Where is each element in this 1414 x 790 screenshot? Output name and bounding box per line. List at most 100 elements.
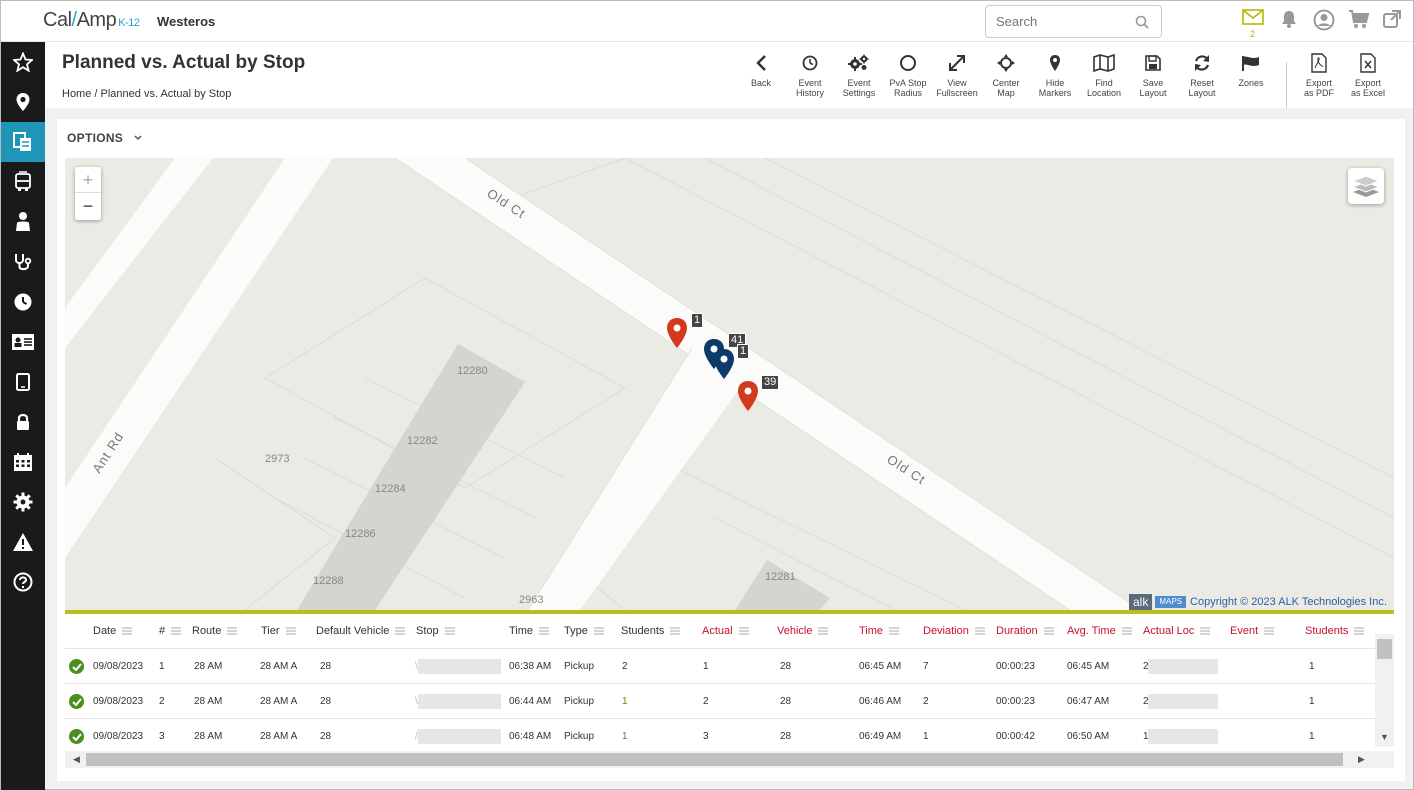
column-header-event[interactable]: Event [1230, 625, 1275, 637]
cell-default-vehicle: 28 [320, 696, 332, 707]
cell-tier: 28 AM A [260, 661, 298, 672]
table-row[interactable]: 09/08/2023 2 28 AM 28 AM A 28 \ 06:44 AM… [65, 684, 1375, 719]
left-sidebar [1, 42, 45, 790]
nav-help[interactable] [1, 562, 45, 602]
search-input[interactable] [996, 14, 1131, 29]
event-settings-button[interactable]: Event Settings [834, 52, 884, 98]
nav-student[interactable] [1, 202, 45, 242]
horizontal-scrollbar[interactable]: ◀ ▶ [65, 751, 1394, 768]
export-excel-button[interactable]: Export as Excel [1343, 52, 1393, 98]
column-header-duration[interactable]: Duration [996, 625, 1054, 637]
column-header-stop[interactable]: Stop [416, 625, 455, 637]
column-menu-icon [171, 627, 182, 635]
nav-alerts[interactable] [1, 522, 45, 562]
hide-markers-button[interactable]: Hide Markers [1030, 52, 1080, 98]
nav-settings[interactable] [1, 482, 45, 522]
bell-icon[interactable] [1279, 9, 1305, 35]
column-menu-icon [593, 627, 604, 635]
top-bar: Cal/AmpK-12 Westeros 2 [1, 1, 1413, 42]
map-layers-button[interactable] [1348, 168, 1384, 204]
column-header-number[interactable]: # [159, 625, 182, 637]
scroll-down-arrow-icon[interactable]: ▼ [1380, 732, 1389, 742]
cell-number: 3 [159, 731, 165, 742]
nav-favorites[interactable] [1, 42, 45, 82]
event-history-button[interactable]: Event History [785, 52, 835, 98]
vertical-scroll-thumb[interactable] [1377, 639, 1392, 659]
export-pdf-button[interactable]: Export as PDF [1294, 52, 1344, 98]
nav-health[interactable] [1, 242, 45, 282]
copyright-text[interactable]: Copyright © 2023 ALK Technologies Inc. [1190, 596, 1387, 608]
nav-reports[interactable] [1, 122, 45, 162]
column-header-route[interactable]: Route [192, 625, 238, 637]
cart-icon[interactable] [1348, 9, 1374, 35]
map-view[interactable]: Old Ct Old Ct Ant Rd 12280 12282 12284 1… [65, 158, 1394, 610]
zones-button[interactable]: Zones [1226, 52, 1276, 88]
redacted-stop-name [418, 659, 501, 674]
center-map-button[interactable]: Center Map [981, 52, 1031, 98]
external-link-icon[interactable] [1382, 9, 1408, 35]
column-header-type[interactable]: Type [564, 625, 604, 637]
cell-type: Pickup [564, 696, 595, 707]
column-header-date[interactable]: Date [93, 625, 133, 637]
zoom-in-button[interactable]: + [75, 167, 101, 193]
refresh-icon [1194, 55, 1210, 71]
nav-devices[interactable] [1, 362, 45, 402]
options-toggle[interactable]: OPTIONS [67, 131, 143, 145]
column-menu-icon [1354, 627, 1365, 635]
user-profile-icon[interactable] [1313, 9, 1339, 35]
horizontal-scroll-thumb[interactable] [86, 753, 1343, 766]
column-header-actual-time[interactable]: Time [859, 625, 900, 637]
nav-calendar[interactable] [1, 442, 45, 482]
nav-id-cards[interactable] [1, 322, 45, 362]
help-icon [13, 572, 33, 592]
pva-stop-radius-button[interactable]: PvA Stop Radius [883, 52, 933, 98]
cell-number: 1 [159, 661, 165, 672]
cell-time: 06:44 AM [509, 696, 552, 707]
alk-logo: alk [1129, 594, 1153, 610]
cell-students: 1 [622, 696, 628, 707]
nav-history[interactable] [1, 282, 45, 322]
breadcrumb-home[interactable]: Home [62, 88, 91, 100]
nav-map[interactable] [1, 82, 45, 122]
column-header-default-vehicle[interactable]: Default Vehicle [316, 625, 406, 637]
column-header-actual-vehicle[interactable]: Vehicle [777, 625, 829, 637]
mail-icon[interactable]: 2 [1242, 9, 1268, 39]
cell-time: 06:38 AM [509, 661, 552, 672]
table-row[interactable]: 09/08/2023 3 28 AM 28 AM A 28 / 06:48 AM… [65, 719, 1375, 754]
map-marker-icon [1050, 55, 1060, 71]
page-header: Planned vs. Actual by Stop Home / Planne… [45, 42, 1413, 108]
column-header-avg-time[interactable]: Avg. Time [1067, 625, 1132, 637]
zoom-out-button[interactable]: − [75, 193, 101, 219]
cell-time: 06:48 AM [509, 731, 552, 742]
cell-students: 1 [622, 731, 628, 742]
nav-security[interactable] [1, 402, 45, 442]
back-button[interactable]: Back [736, 52, 786, 88]
vertical-scrollbar[interactable]: ▼ [1375, 634, 1394, 747]
column-header-tier[interactable]: Tier [261, 625, 296, 637]
column-header-actual-loc[interactable]: Actual Loc [1143, 625, 1211, 637]
scroll-left-arrow-icon[interactable]: ◀ [73, 754, 80, 765]
cell-route: 28 AM [194, 731, 223, 742]
view-fullscreen-button[interactable]: View Fullscreen [932, 52, 982, 98]
column-header-time[interactable]: Time [509, 625, 550, 637]
flag-icon [1242, 56, 1259, 71]
planned-stop-marker[interactable] [736, 380, 760, 412]
redacted-stop-name [418, 729, 501, 744]
column-header-deviation[interactable]: Deviation [923, 625, 985, 637]
scroll-right-arrow-icon[interactable]: ▶ [1358, 754, 1365, 765]
save-layout-button[interactable]: Save Layout [1128, 52, 1178, 98]
actual-stop-marker[interactable] [712, 348, 736, 380]
column-header-actual[interactable]: Actual [702, 625, 749, 637]
search-icon[interactable] [1135, 15, 1149, 34]
reset-layout-button[interactable]: Reset Layout [1177, 52, 1227, 98]
parcel-number: 2963 [519, 594, 544, 606]
column-header-actual-students[interactable]: Students [1305, 625, 1365, 637]
planned-stop-marker[interactable] [665, 317, 689, 349]
find-location-button[interactable]: Find Location [1079, 52, 1129, 98]
column-header-students[interactable]: Students [621, 625, 681, 637]
cell-date: 09/08/2023 [93, 696, 144, 707]
circle-icon [900, 55, 916, 71]
nav-bus[interactable] [1, 162, 45, 202]
table-row[interactable]: 09/08/2023 1 28 AM 28 AM A 28 \ 06:38 AM… [65, 649, 1375, 684]
calamp-logo[interactable]: Cal/Amp K-12 [43, 9, 140, 32]
